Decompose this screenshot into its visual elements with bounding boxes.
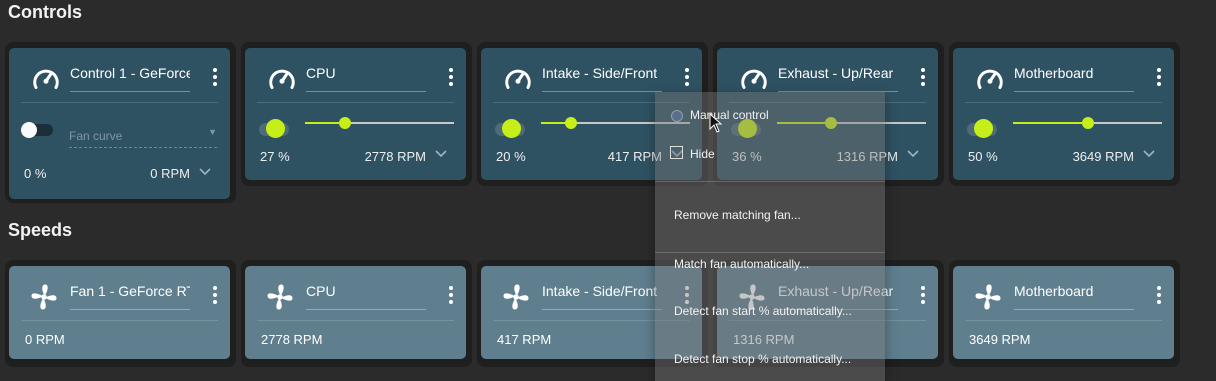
- speed-card-5: Motherboard 3649 RPM: [953, 266, 1174, 359]
- section-title-controls: Controls: [8, 2, 82, 22]
- fan-rpm: 3649 RPM: [1072, 149, 1134, 164]
- speed-slider[interactable]: [1013, 117, 1162, 129]
- fan-percent: 0 %: [24, 166, 47, 181]
- chevron-down-icon[interactable]: [434, 146, 448, 160]
- toggle-knob: [21, 122, 37, 138]
- fan-rpm: 3649 RPM: [969, 332, 1031, 347]
- more-options-icon[interactable]: [448, 68, 454, 88]
- control-title[interactable]: Intake - Side/Front: [542, 65, 662, 92]
- fan-title[interactable]: CPU: [306, 283, 426, 310]
- fan-icon: [503, 284, 529, 310]
- divider: [257, 320, 454, 321]
- gauge-icon: [977, 69, 1003, 89]
- gauge-icon: [269, 69, 295, 89]
- toggle-knob: [974, 119, 993, 138]
- control-title[interactable]: Exhaust - Up/Rear: [778, 65, 898, 92]
- more-options-icon[interactable]: [212, 68, 218, 88]
- control-title[interactable]: Control 1 - GeForce: [70, 65, 190, 92]
- more-options-icon[interactable]: [212, 286, 218, 306]
- fan-title[interactable]: Fan 1 - GeForce RTX: [70, 283, 190, 310]
- fan-rpm: 0 RPM: [25, 332, 65, 347]
- fan-percent: 27 %: [260, 149, 290, 164]
- menu-item-label: Hide: [690, 147, 715, 161]
- context-menu: Manual control Hide Remove matching fan.…: [655, 92, 885, 381]
- dropdown-arrow-icon: ▼: [208, 127, 217, 137]
- more-options-icon[interactable]: [920, 286, 926, 306]
- fan-icon: [31, 284, 57, 310]
- toggle-knob: [266, 119, 285, 138]
- mouse-cursor-icon: [709, 113, 723, 133]
- radio-icon: [671, 110, 683, 122]
- divider: [965, 320, 1162, 321]
- slider-fill: [1013, 122, 1088, 124]
- gauge-icon: [505, 69, 531, 89]
- control-card-2: CPU 27 % 2778 RPM: [245, 48, 466, 180]
- chevron-down-icon[interactable]: [906, 146, 920, 160]
- speed-card-2: CPU 2778 RPM: [245, 266, 466, 359]
- fan-title[interactable]: Intake - Side/Front: [542, 283, 662, 310]
- chevron-down-icon[interactable]: [198, 164, 212, 178]
- menu-item-detect-fan-stop[interactable]: Detect fan stop % automatically...: [674, 352, 851, 366]
- menu-item-detect-fan-start[interactable]: Detect fan start % automatically...: [674, 304, 852, 318]
- menu-item-match-fan-automatically[interactable]: Match fan automatically...: [674, 257, 809, 271]
- fan-rpm: 417 RPM: [497, 332, 552, 347]
- control-title[interactable]: CPU: [306, 65, 426, 92]
- speed-slider[interactable]: [305, 117, 454, 129]
- fan-title[interactable]: Motherboard: [1014, 283, 1134, 310]
- speed-card-1: Fan 1 - GeForce RTX 0 RPM: [9, 266, 230, 359]
- fan-percent: 20 %: [496, 149, 526, 164]
- slider-thumb[interactable]: [1081, 117, 1094, 129]
- chevron-down-icon[interactable]: [1142, 146, 1156, 160]
- fan-rpm: 2778 RPM: [364, 149, 426, 164]
- gauge-icon: [33, 69, 59, 89]
- fan-curve-select[interactable]: Fan curve ▼: [69, 127, 217, 148]
- fan-percent: 50 %: [968, 149, 998, 164]
- fan-icon: [975, 284, 1001, 310]
- divider: [21, 102, 218, 103]
- fan-curve-placeholder: Fan curve: [69, 129, 123, 143]
- fan-rpm: 2778 RPM: [261, 332, 323, 347]
- more-options-icon[interactable]: [920, 68, 926, 88]
- menu-item-remove-matching-fan[interactable]: Remove matching fan...: [674, 208, 801, 222]
- control-card-5: Motherboard 50 % 3649 RPM: [953, 48, 1174, 180]
- fan-rpm: 0 RPM: [150, 166, 190, 181]
- toggle-knob: [502, 119, 521, 138]
- control-card-1: Control 1 - GeForce Fan curve ▼ 0 % 0 RP…: [9, 48, 230, 199]
- menu-item-label: Manual control: [690, 108, 769, 122]
- divider: [21, 320, 218, 321]
- slider-thumb[interactable]: [564, 117, 577, 129]
- more-options-icon[interactable]: [1156, 68, 1162, 88]
- menu-divider: [655, 181, 885, 182]
- more-options-icon[interactable]: [684, 68, 690, 88]
- more-options-icon[interactable]: [448, 286, 454, 306]
- gauge-icon: [741, 69, 767, 89]
- section-title-speeds: Speeds: [8, 220, 73, 240]
- divider: [965, 102, 1162, 103]
- control-title[interactable]: Motherboard: [1014, 65, 1134, 92]
- checkbox-icon: [670, 146, 683, 159]
- slider-thumb[interactable]: [339, 117, 352, 129]
- fan-rpm: 417 RPM: [607, 149, 662, 164]
- divider: [257, 102, 454, 103]
- menu-divider: [655, 252, 885, 253]
- more-options-icon[interactable]: [1156, 286, 1162, 306]
- fan-icon: [267, 284, 293, 310]
